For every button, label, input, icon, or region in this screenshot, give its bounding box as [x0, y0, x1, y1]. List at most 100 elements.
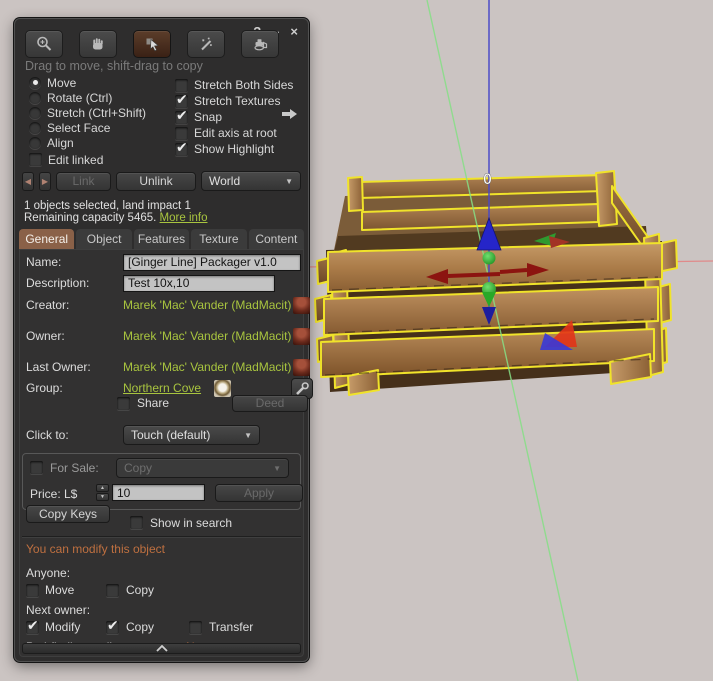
- price-input[interactable]: [112, 484, 205, 501]
- create-tool-button[interactable]: [187, 30, 225, 58]
- y-axis-ball-handle[interactable]: [482, 251, 496, 265]
- owner-avatar-thumbnail[interactable]: [293, 327, 310, 345]
- tab-features[interactable]: Features: [133, 229, 190, 249]
- radio-align[interactable]: Align: [29, 135, 146, 150]
- group-insignia-thumbnail[interactable]: [214, 379, 231, 397]
- radio-move[interactable]: Move: [29, 75, 146, 90]
- checkbox-indicator[interactable]: [175, 107, 188, 124]
- coordinate-frame-dropdown[interactable]: World ▼: [201, 171, 301, 191]
- checkbox-indicator[interactable]: [175, 139, 188, 156]
- click-action-dropdown[interactable]: Touch (default) ▼: [123, 425, 260, 445]
- tab-texture[interactable]: Texture: [191, 229, 247, 249]
- capacity-label: Remaining capacity 5465.: [24, 212, 157, 224]
- next-modify-label: Modify: [45, 620, 81, 634]
- spinner-up-button[interactable]: ▲: [96, 484, 109, 492]
- spinner-down-button[interactable]: ▼: [96, 493, 109, 501]
- scroll-up-strip[interactable]: [22, 643, 301, 654]
- anyone-move-checkbox[interactable]: [26, 583, 39, 597]
- checkbox-stretch-textures[interactable]: Stretch Textures: [175, 91, 293, 109]
- mode-radio-column: Move Rotate (Ctrl) Stretch (Ctrl+Shift) …: [29, 75, 146, 167]
- prev-part-button[interactable]: ◀: [22, 171, 34, 191]
- checkbox-label: Stretch Textures: [194, 94, 281, 108]
- next-owner-permissions-row: Modify Copy Transfer: [26, 617, 297, 634]
- radio-indicator[interactable]: [29, 76, 41, 89]
- checkbox-edit-linked[interactable]: Edit linked: [29, 152, 146, 167]
- checkbox-show-highlight[interactable]: Show Highlight: [175, 139, 293, 157]
- edit-mode-options: Move Rotate (Ctrl) Stretch (Ctrl+Shift) …: [29, 75, 300, 171]
- chevron-up-icon: [155, 645, 168, 652]
- next-modify-checkbox[interactable]: [26, 617, 39, 634]
- radio-rotate[interactable]: Rotate (Ctrl): [29, 90, 146, 105]
- next-copy-checkbox[interactable]: [106, 617, 119, 634]
- land-tool-button[interactable]: [241, 30, 279, 58]
- last-owner-avatar-thumbnail[interactable]: [293, 358, 310, 376]
- share-checkbox[interactable]: [117, 396, 130, 410]
- creator-name-link[interactable]: Marek 'Mac' Vander (MadMacit): [123, 298, 291, 312]
- deed-button[interactable]: Deed: [232, 394, 308, 412]
- radio-select-face[interactable]: Select Face: [29, 120, 146, 135]
- unlink-button[interactable]: Unlink: [116, 171, 196, 191]
- last-owner-row: Last Owner: Marek 'Mac' Vander (MadMacit…: [26, 358, 310, 376]
- selected-object-crate[interactable]: [314, 170, 678, 396]
- checkbox-label: Snap: [194, 110, 223, 124]
- next-transfer-label: Transfer: [209, 620, 254, 634]
- owner-label: Owner:: [26, 329, 65, 343]
- radio-indicator[interactable]: [29, 121, 41, 134]
- radio-indicator[interactable]: [29, 136, 41, 149]
- modify-permission-notice: You can modify this object: [26, 542, 165, 556]
- link-button[interactable]: Link: [56, 171, 111, 191]
- anyone-copy-checkbox[interactable]: [106, 583, 119, 597]
- build-tools-floater[interactable]: ? – ×: [14, 18, 313, 662]
- chevron-down-icon: ▼: [244, 430, 252, 440]
- owner-name-link[interactable]: Marek 'Mac' Vander (MadMacit): [123, 329, 291, 343]
- description-input[interactable]: [123, 274, 275, 292]
- name-label: Name:: [26, 255, 62, 269]
- creator-avatar-thumbnail[interactable]: [293, 296, 310, 314]
- magnifier-icon: [37, 36, 52, 51]
- radio-indicator[interactable]: [29, 91, 41, 104]
- tab-general[interactable]: General: [19, 229, 75, 249]
- checkbox-edit-axis-at-root[interactable]: Edit axis at root: [175, 125, 293, 141]
- checkbox-stretch-both-sides[interactable]: Stretch Both Sides: [175, 77, 293, 93]
- apply-button[interactable]: Apply: [215, 484, 303, 502]
- anyone-label-text: Anyone:: [26, 566, 71, 580]
- anyone-permissions-row: Move Copy: [26, 583, 297, 597]
- next-transfer-checkbox[interactable]: [189, 620, 202, 634]
- anyone-move-label: Move: [45, 583, 75, 597]
- close-button[interactable]: ×: [290, 24, 298, 39]
- selection-count-text: 1 objects selected, land impact 1: [24, 200, 191, 212]
- copy-keys-button[interactable]: Copy Keys: [26, 505, 110, 523]
- edit-tool-button[interactable]: [133, 30, 171, 58]
- checkbox-snap[interactable]: Snap: [175, 107, 293, 125]
- next-owner-label: Next owner:: [26, 603, 297, 617]
- hand-icon: [93, 38, 103, 50]
- tab-content[interactable]: Content: [248, 229, 305, 249]
- sale-type-dropdown[interactable]: Copy ▼: [116, 458, 289, 478]
- mode-checkbox-column: Stretch Both Sides Stretch Textures Snap…: [175, 77, 293, 157]
- group-row: Group: Northern Cove: [26, 378, 313, 399]
- checkbox-label: Edit axis at root: [194, 126, 277, 140]
- dropdown-value: Touch (default): [131, 428, 211, 442]
- snap-options-arrow-icon[interactable]: [282, 109, 298, 119]
- name-input[interactable]: [123, 253, 301, 271]
- for-sale-checkbox[interactable]: [30, 461, 43, 474]
- origin-label: 0: [483, 172, 492, 188]
- capacity-text: Remaining capacity 5465. More info: [24, 212, 207, 224]
- group-name-link[interactable]: Northern Cove: [123, 381, 201, 395]
- name-row: Name:: [26, 253, 301, 271]
- checkbox-label: Edit linked: [48, 152, 104, 167]
- for-sale-groupbox: For Sale: Copy ▼ Price: L$ ▲ ▼ Apply: [22, 453, 303, 510]
- click-to-row: Click to: Touch (default) ▼: [26, 425, 297, 445]
- tab-bar: General Object Features Texture Content: [19, 229, 305, 249]
- radio-indicator[interactable]: [29, 106, 41, 119]
- show-in-search-checkbox[interactable]: [130, 516, 143, 529]
- radio-stretch[interactable]: Stretch (Ctrl+Shift): [29, 105, 146, 120]
- last-owner-name-link[interactable]: Marek 'Mac' Vander (MadMacit): [123, 360, 291, 374]
- selection-info: 1 objects selected, land impact 1 Remain…: [24, 200, 207, 224]
- next-part-button[interactable]: ▶: [39, 171, 51, 191]
- move-tool-button[interactable]: [79, 30, 117, 58]
- checkbox-indicator[interactable]: [29, 153, 42, 166]
- focus-tool-button[interactable]: [25, 30, 63, 58]
- tab-object[interactable]: Object: [76, 229, 132, 249]
- more-info-link[interactable]: More info: [160, 212, 208, 224]
